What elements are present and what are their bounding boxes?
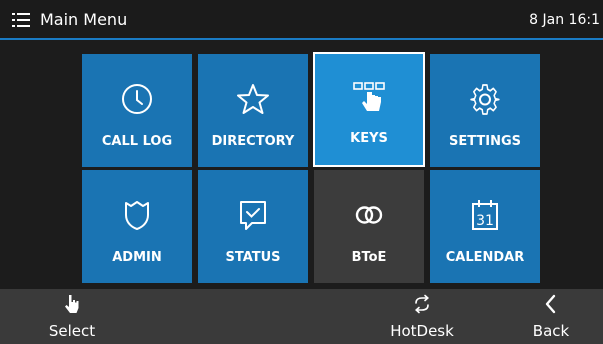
tile-admin[interactable]: ADMIN [82,170,192,283]
title-bar: Main Menu 8 Jan 16:1 [0,0,603,40]
softkey-label: Back [532,322,570,340]
tile-label: DIRECTORY [211,134,295,149]
softkey-label: Select [48,322,96,340]
linked-rings-icon [355,206,383,224]
keys-hand-icon [353,82,385,111]
swap-arrows-icon [414,294,430,314]
hand-pointer-icon [65,295,79,313]
hotdesk-softkey[interactable]: HotDesk [384,289,460,344]
tile-label: BToE [351,250,387,265]
tile-call-log[interactable]: CALL LOG [82,54,192,167]
tile-keys[interactable]: KEYS [313,52,425,167]
tile-btoe[interactable]: BToE [314,170,424,283]
status-check-icon [240,201,266,230]
tile-directory[interactable]: DIRECTORY [198,54,308,167]
tile-label: CALL LOG [101,134,173,149]
select-softkey[interactable]: Select [44,289,100,344]
menu-list-icon [12,13,30,27]
gear-icon [470,84,500,115]
page-title: Main Menu [40,10,128,29]
tile-calendar[interactable]: 31 CALENDAR [430,170,540,283]
star-icon [237,84,269,114]
calendar-icon: 31 [472,200,498,230]
tile-settings[interactable]: SETTINGS [430,54,540,167]
tile-label: ADMIN [112,250,162,265]
date-time: 8 Jan 16:1 [529,12,600,28]
tile-label: KEYS [350,131,388,146]
calendar-day-number: 31 [476,213,494,229]
softkey-bar: Select HotDesk Back [0,289,603,344]
chevron-left-icon [545,294,556,314]
softkey-label: HotDesk [390,322,454,340]
tile-label: CALENDAR [445,250,525,265]
tile-label: SETTINGS [448,134,522,149]
tile-status[interactable]: STATUS [198,170,308,283]
back-softkey[interactable]: Back [528,289,574,344]
tile-label: STATUS [225,250,281,265]
clock-icon [122,84,152,114]
shield-icon [125,201,149,230]
